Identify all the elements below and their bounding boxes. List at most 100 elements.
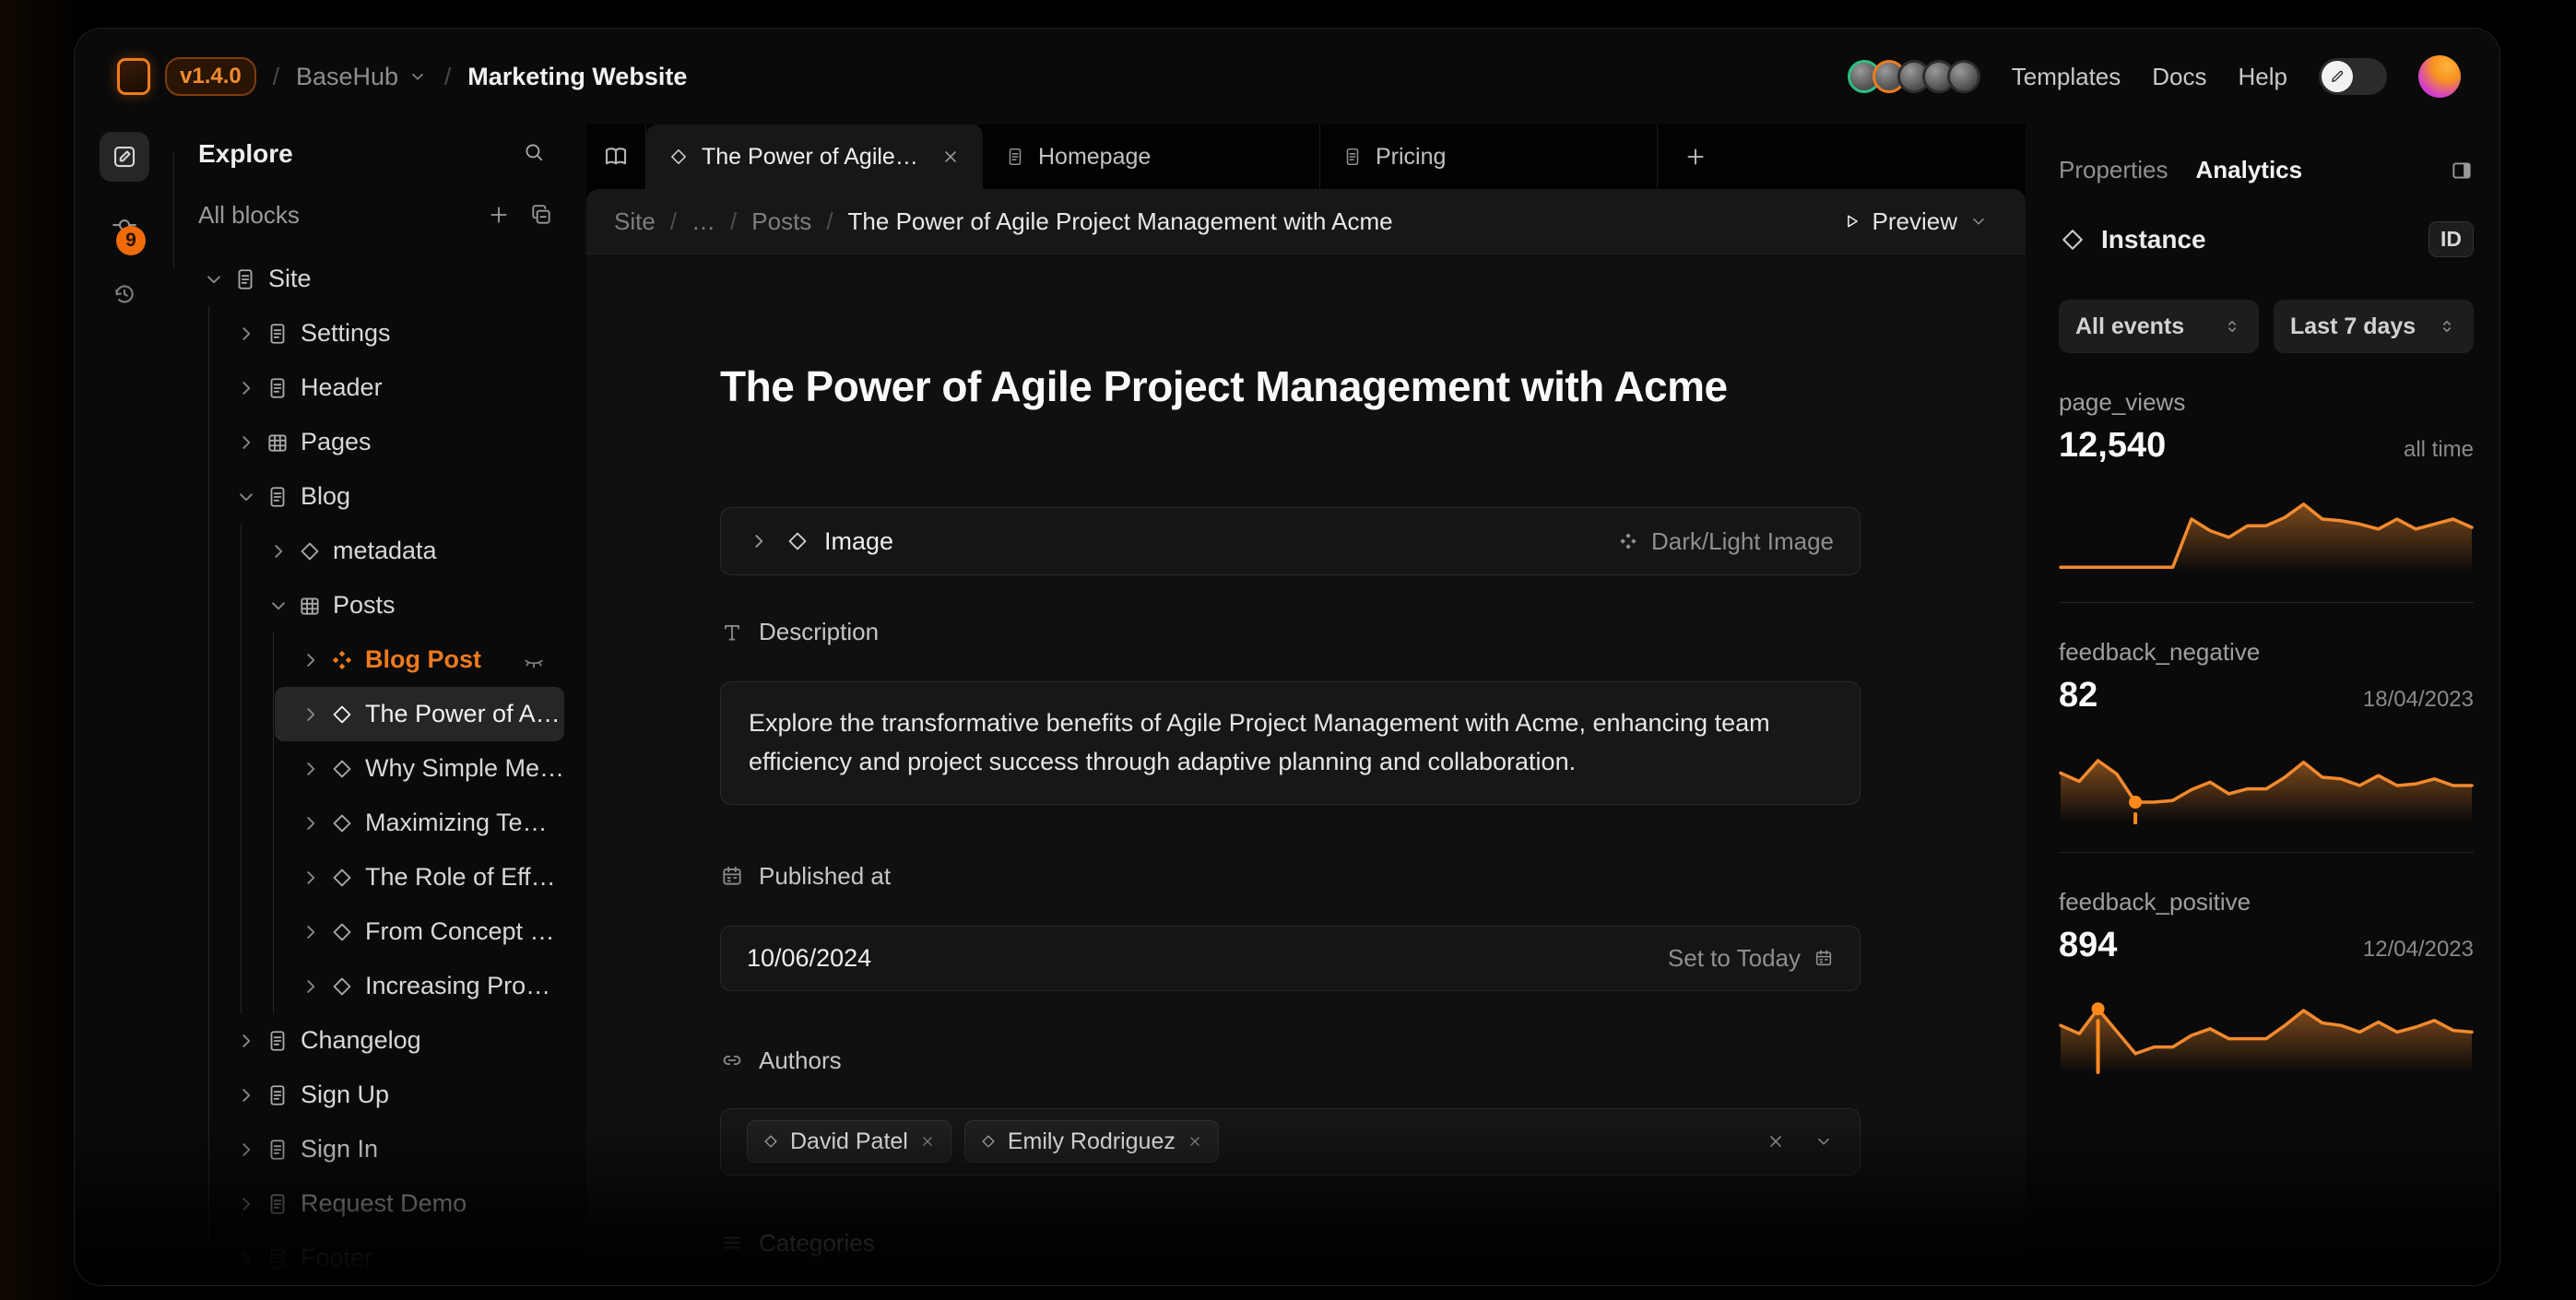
set-to-today-button[interactable]: Set to Today [1668,944,1834,973]
breadcrumb-current: The Power of Agile Project Management wi… [848,207,1393,236]
metric-value: 12,540 [2059,426,2166,466]
document-icon [266,485,290,509]
metric-name: page_views [2059,388,2474,417]
tree-item-why-simple[interactable]: Why Simple Me… [174,741,586,796]
tree-item-settings[interactable]: Settings [174,306,586,360]
add-block-icon[interactable] [487,203,511,227]
block-tree: Site Settings Header Pages Blog metadata… [174,252,586,1285]
author-chip[interactable]: Emily Rodriguez [964,1120,1219,1163]
chevron-right-icon[interactable] [234,1083,258,1107]
new-tab-button[interactable] [1658,124,1733,189]
tree-item-site[interactable]: Site [174,252,586,306]
chevron-right-icon[interactable] [234,1192,258,1216]
org-switcher[interactable]: BaseHub [296,63,428,91]
chevron-down-icon[interactable] [202,267,226,291]
tree-item-increasing[interactable]: Increasing Pro… [174,959,586,1013]
close-tab-icon[interactable] [940,147,961,167]
chevron-right-icon[interactable] [234,376,258,400]
chevron-right-icon[interactable] [234,1138,258,1162]
chevron-right-icon[interactable] [234,431,258,455]
chevron-down-icon[interactable] [1814,1131,1834,1152]
post-title[interactable]: The Power of Agile Project Management wi… [720,361,1861,411]
history-button[interactable] [111,280,138,313]
basehub-logo[interactable] [117,58,150,95]
chevron-right-icon[interactable] [747,529,771,553]
published-date-input[interactable]: 10/06/2024 Set to Today [720,926,1861,991]
remove-chip-icon[interactable] [919,1133,936,1150]
dark-light-image-action[interactable]: Dark/Light Image [1618,527,1834,556]
chevron-right-icon[interactable] [299,648,323,672]
author-chip[interactable]: David Patel [747,1120,951,1163]
search-button[interactable] [522,140,546,169]
tree-item-the-power-of-agile[interactable]: The Power of A… [275,687,564,741]
chevron-right-icon[interactable] [299,975,323,999]
copy-id-button[interactable]: ID [2428,221,2474,257]
tree-item-sign-up[interactable]: Sign Up [174,1068,586,1122]
docs-link[interactable]: Docs [2152,63,2206,91]
breadcrumb-root[interactable]: Site [614,207,656,236]
document-icon [266,1083,290,1107]
tab-properties[interactable]: Properties [2059,156,2168,184]
chevron-right-icon[interactable] [299,866,323,890]
tree-item-maximizing[interactable]: Maximizing Te… [174,796,586,850]
authors-field[interactable]: David Patel Emily Rodriguez [720,1108,1861,1176]
avatar[interactable] [1947,60,1980,93]
event-filter-select[interactable]: All events [2059,300,2259,353]
changes-count-badge: 9 [116,226,146,255]
panel-toggle-icon[interactable] [2450,159,2474,183]
tab-pricing[interactable]: Pricing [1320,124,1658,189]
user-avatar[interactable] [2418,55,2461,98]
diamond-icon [762,1133,779,1150]
reader-view-button[interactable] [586,124,646,189]
chevron-right-icon[interactable] [234,1029,258,1053]
tab-analytics[interactable]: Analytics [2196,156,2303,184]
breadcrumb-ellipsis[interactable]: … [691,207,715,236]
tree-item-changelog[interactable]: Changelog [174,1013,586,1068]
chevron-down-icon[interactable] [234,485,258,509]
chevron-right-icon[interactable] [234,322,258,346]
breadcrumb-parent[interactable]: Posts [751,207,811,236]
help-link[interactable]: Help [2239,63,2287,91]
tab-the-power-of-agile[interactable]: The Power of Agile… [646,124,983,189]
diamond-icon [330,920,354,944]
tree-item-metadata[interactable]: metadata [174,524,586,578]
templates-link[interactable]: Templates [2012,63,2121,91]
remove-chip-icon[interactable] [1187,1133,1203,1150]
tree-item-sign-in[interactable]: Sign In [174,1122,586,1176]
preview-button[interactable]: Preview [1841,207,1989,236]
image-block[interactable]: Image Dark/Light Image [720,507,1861,575]
tree-item-footer[interactable]: Footer [174,1231,586,1285]
description-input[interactable]: Explore the transformative benefits of A… [720,681,1861,805]
range-filter-select[interactable]: Last 7 days [2274,300,2474,353]
breadcrumb: Site / … / Posts / The Power of Agile Pr… [614,207,1393,236]
tab-homepage[interactable]: Homepage [983,124,1320,189]
chevron-right-icon[interactable] [234,1247,258,1270]
tree-item-from-concept[interactable]: From Concept … [174,904,586,959]
chevron-right-icon[interactable] [299,703,323,727]
chevron-down-icon[interactable] [266,594,290,618]
edit-mode-toggle[interactable] [2319,58,2387,95]
pending-changes-button[interactable]: 9 [111,211,138,243]
project-title[interactable]: Marketing Website [467,63,687,91]
tab-strip: The Power of Agile… Homepage Pricing [586,124,2026,189]
chevron-right-icon[interactable] [299,811,323,835]
tree-item-blog-post[interactable]: Blog Post [174,632,586,687]
play-icon [1841,211,1861,231]
chevron-right-icon[interactable] [299,920,323,944]
clear-field-icon[interactable] [1766,1131,1786,1152]
collapse-all-icon[interactable] [529,203,553,227]
document-icon [266,1138,290,1162]
metric-caption: 12/04/2023 [2363,937,2474,963]
chevron-down-icon [408,66,428,87]
search-icon [522,140,546,164]
tree-item-posts[interactable]: Posts [174,578,586,632]
tree-item-blog[interactable]: Blog [174,469,586,524]
tree-item-request-demo[interactable]: Request Demo [174,1176,586,1231]
tree-item-header[interactable]: Header [174,360,586,415]
chevron-right-icon[interactable] [299,757,323,781]
breadcrumb-separator: / [273,63,279,91]
chevron-right-icon[interactable] [266,539,290,563]
tree-item-role-of[interactable]: The Role of Eff… [174,850,586,904]
tree-item-pages[interactable]: Pages [174,415,586,469]
editor-mode-button[interactable] [100,132,149,182]
